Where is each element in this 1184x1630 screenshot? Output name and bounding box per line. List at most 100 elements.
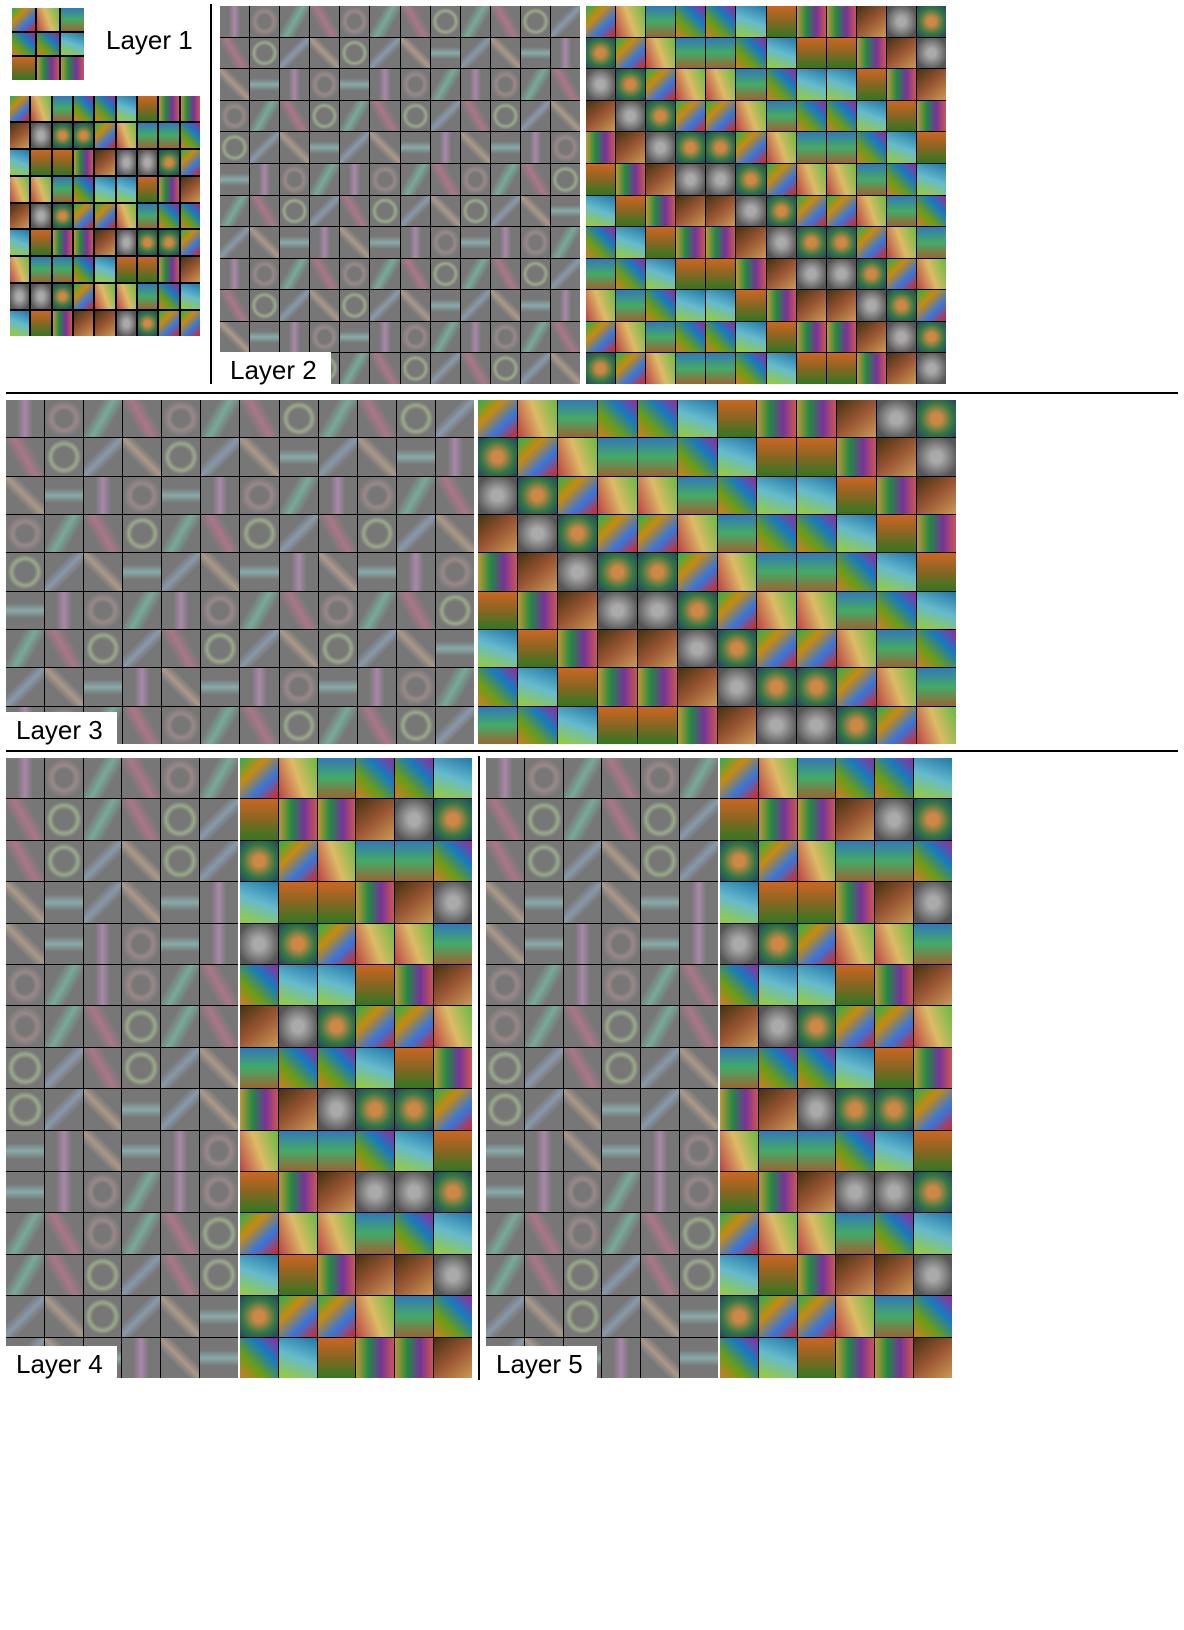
image-patch <box>706 38 735 69</box>
image-patch <box>356 758 394 798</box>
image-patch <box>646 290 675 321</box>
feature-vis <box>680 1131 718 1171</box>
image-patch <box>676 101 705 132</box>
feature-vis <box>431 164 460 195</box>
image-patch <box>706 132 735 163</box>
feature-vis <box>122 1213 160 1253</box>
image-patch <box>117 96 136 121</box>
image-patch <box>797 290 826 321</box>
feature-vis <box>201 400 239 437</box>
feature-vis <box>641 1006 679 1046</box>
image-patch <box>875 1296 913 1336</box>
image-patch <box>767 322 796 353</box>
image-patch <box>857 69 886 100</box>
feature-vis <box>319 592 357 629</box>
feature-vis <box>45 924 83 964</box>
image-patch <box>240 841 278 881</box>
feature-vis <box>6 515 44 552</box>
image-patch <box>757 592 796 629</box>
image-patch <box>887 227 916 258</box>
image-patch <box>616 101 645 132</box>
image-patch <box>478 592 517 629</box>
feature-vis <box>161 758 199 798</box>
image-patch <box>917 227 946 258</box>
image-patch <box>395 1006 433 1046</box>
image-patch <box>720 1048 758 1088</box>
image-patch <box>95 311 114 336</box>
feature-vis <box>162 592 200 629</box>
feature-vis <box>319 400 357 437</box>
feature-vis <box>161 1296 199 1336</box>
image-patch <box>518 438 557 475</box>
feature-vis <box>461 353 490 384</box>
image-patch <box>558 707 597 744</box>
image-patch <box>836 1131 874 1171</box>
image-patch <box>61 33 84 56</box>
image-patch <box>279 1255 317 1295</box>
image-patch <box>558 477 597 514</box>
image-patch <box>318 1213 356 1253</box>
image-patch <box>678 553 717 590</box>
image-patch <box>797 438 836 475</box>
feature-vis <box>84 924 122 964</box>
feature-vis <box>162 668 200 705</box>
feature-vis <box>401 227 430 258</box>
feature-vis <box>436 668 474 705</box>
feature-vis <box>6 1089 44 1129</box>
feature-vis <box>84 1006 122 1046</box>
feature-vis <box>45 1131 83 1171</box>
image-patch <box>434 841 472 881</box>
image-patch <box>240 965 278 1005</box>
feature-vis <box>525 1089 563 1129</box>
feature-vis <box>461 132 490 163</box>
feature-vis <box>680 1006 718 1046</box>
feature-vis <box>461 101 490 132</box>
feature-vis <box>564 965 602 1005</box>
feature-vis <box>641 1131 679 1171</box>
image-patch <box>518 592 557 629</box>
feature-vis <box>200 1048 238 1088</box>
feature-vis <box>84 477 122 514</box>
feature-vis <box>436 477 474 514</box>
feature-vis <box>280 630 318 667</box>
image-patch <box>159 230 178 255</box>
feature-vis <box>240 630 278 667</box>
layer4-features-grid <box>6 758 238 1378</box>
image-patch <box>318 1006 356 1046</box>
image-patch <box>678 438 717 475</box>
feature-vis <box>319 668 357 705</box>
feature-vis <box>220 196 249 227</box>
image-patch <box>646 353 675 384</box>
layer3-patches-grid <box>478 400 956 744</box>
feature-vis <box>370 132 399 163</box>
image-patch <box>797 515 836 552</box>
image-patch <box>678 592 717 629</box>
feature-vis <box>340 259 369 290</box>
feature-vis <box>641 965 679 1005</box>
image-patch <box>676 227 705 258</box>
image-patch <box>395 882 433 922</box>
feature-vis <box>6 477 44 514</box>
feature-vis <box>250 259 279 290</box>
image-patch <box>836 1338 874 1378</box>
image-patch <box>31 257 50 282</box>
image-patch <box>558 592 597 629</box>
feature-vis <box>280 668 318 705</box>
image-patch <box>857 164 886 195</box>
feature-vis <box>122 799 160 839</box>
feature-vis <box>340 227 369 258</box>
image-patch <box>598 477 637 514</box>
feature-vis <box>6 799 44 839</box>
image-patch <box>586 164 615 195</box>
separator-l1-l2 <box>210 4 212 384</box>
layer2-label: Layer 2 <box>220 352 331 387</box>
feature-vis <box>551 353 580 384</box>
feature-vis <box>250 196 279 227</box>
image-patch <box>12 57 35 80</box>
feature-vis <box>201 707 239 744</box>
feature-vis <box>45 668 83 705</box>
image-patch <box>646 69 675 100</box>
layer2-patches-panel <box>586 6 946 384</box>
feature-vis <box>161 1255 199 1295</box>
feature-vis <box>461 196 490 227</box>
